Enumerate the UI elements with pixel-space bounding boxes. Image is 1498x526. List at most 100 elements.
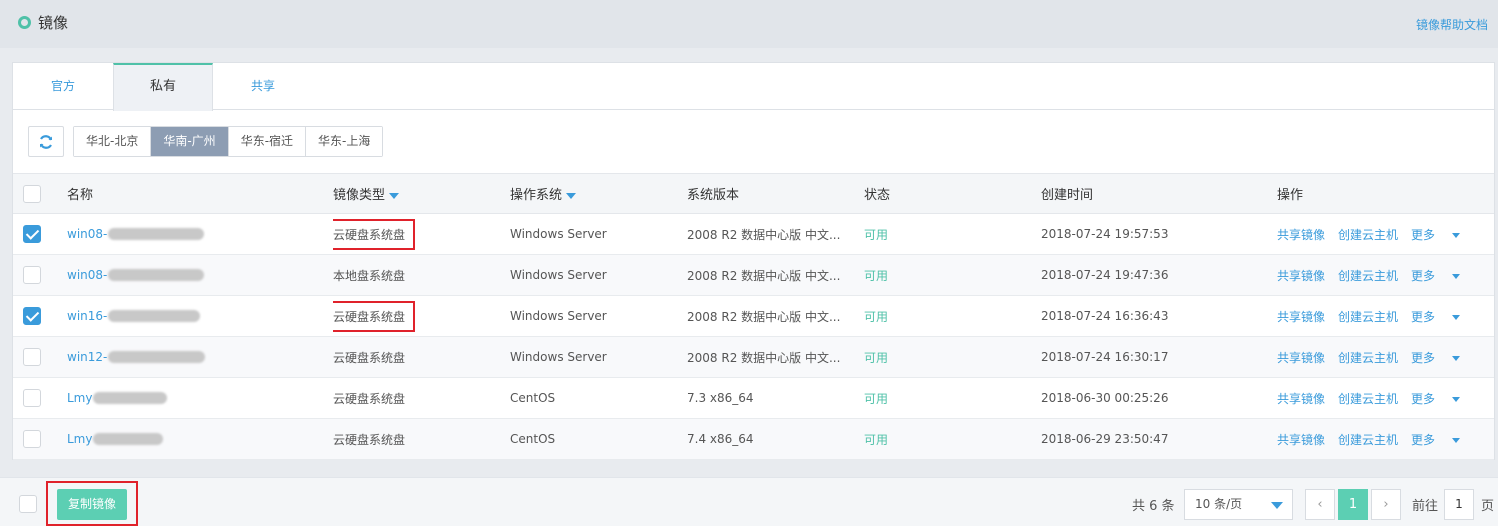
table-row: Lmy 云硬盘系统盘 CentOS 7.3 x86_64 可用 2018-06-… xyxy=(13,377,1494,419)
refresh-icon xyxy=(39,134,53,149)
os-cell: Windows Server xyxy=(510,213,687,255)
version-cell: 2008 R2 数据中心版 中文... xyxy=(687,254,864,296)
share-image-link[interactable]: 共享镜像 xyxy=(1277,269,1325,283)
version-cell: 7.4 x86_64 xyxy=(687,418,864,460)
image-type: 云硬盘系统盘 xyxy=(333,418,510,460)
share-image-link[interactable]: 共享镜像 xyxy=(1277,310,1325,324)
tab-shared[interactable]: 共享 xyxy=(213,63,313,110)
image-name-link[interactable]: win16- xyxy=(67,309,107,323)
copy-image-button[interactable]: 复制镜像 xyxy=(57,489,127,520)
image-name-link[interactable]: win08- xyxy=(67,227,107,241)
page-1-button[interactable]: 1 xyxy=(1338,489,1368,520)
create-host-link[interactable]: 创建云主机 xyxy=(1338,310,1398,324)
status-badge: 可用 xyxy=(864,391,889,406)
share-image-link[interactable]: 共享镜像 xyxy=(1277,392,1325,406)
goto-page-input[interactable]: 1 xyxy=(1444,489,1474,520)
region-suqian[interactable]: 华东-宿迁 xyxy=(228,127,307,156)
os-cell: Windows Server xyxy=(510,295,687,337)
tab-official[interactable]: 官方 xyxy=(13,63,113,110)
share-image-link[interactable]: 共享镜像 xyxy=(1277,228,1325,242)
redacted-text xyxy=(108,310,201,322)
redacted-text xyxy=(93,433,164,445)
footer-select-all-checkbox[interactable] xyxy=(19,495,37,513)
help-doc-link[interactable]: 镜像帮助文档 xyxy=(1416,16,1488,33)
row-checkbox[interactable] xyxy=(23,430,41,448)
more-dropdown[interactable]: 更多 xyxy=(1411,433,1473,447)
image-name-link[interactable]: win12- xyxy=(67,350,107,364)
os-cell: Windows Server xyxy=(510,254,687,296)
version-cell: 7.3 x86_64 xyxy=(687,377,864,419)
version-cell: 2008 R2 数据中心版 中文... xyxy=(687,213,864,255)
col-status: 状态 xyxy=(864,173,1041,214)
tab-private[interactable]: 私有 xyxy=(113,63,213,111)
ring-icon xyxy=(18,16,31,29)
table-row: win16- 云硬盘系统盘 Windows Server 2008 R2 数据中… xyxy=(13,295,1494,337)
col-version: 系统版本 xyxy=(687,173,864,214)
status-badge: 可用 xyxy=(864,227,889,242)
redacted-text xyxy=(108,228,205,240)
version-cell: 2008 R2 数据中心版 中文... xyxy=(687,336,864,378)
row-checkbox[interactable] xyxy=(23,266,41,284)
image-name-link[interactable]: Lmy xyxy=(67,391,92,405)
title-wrap: 镜像 xyxy=(18,12,68,33)
more-dropdown[interactable]: 更多 xyxy=(1411,392,1473,406)
created-cell: 2018-07-24 19:47:36 xyxy=(1041,254,1277,296)
row-checkbox[interactable] xyxy=(23,389,41,407)
image-list-card: 官方 私有 共享 华北-北京 华南-广州 华东-宿迁 华东-上海 名称 镜像类型… xyxy=(12,62,1495,460)
share-image-link[interactable]: 共享镜像 xyxy=(1277,351,1325,365)
created-cell: 2018-07-24 16:30:17 xyxy=(1041,336,1277,378)
select-all-checkbox[interactable] xyxy=(23,184,41,203)
created-cell: 2018-07-24 16:36:43 xyxy=(1041,295,1277,337)
chevron-down-icon xyxy=(1452,273,1461,279)
region-guangzhou[interactable]: 华南-广州 xyxy=(151,127,229,156)
version-cell: 2008 R2 数据中心版 中文... xyxy=(687,295,864,337)
created-cell: 2018-07-24 19:57:53 xyxy=(1041,213,1277,255)
image-type: 云硬盘系统盘 xyxy=(333,300,416,332)
filter-caret-icon[interactable] xyxy=(566,192,577,199)
create-host-link[interactable]: 创建云主机 xyxy=(1338,392,1398,406)
tab-bar: 官方 私有 共享 xyxy=(13,63,1494,111)
chevron-down-icon xyxy=(1452,314,1461,320)
prev-page-button[interactable]: ‹ xyxy=(1305,489,1335,520)
region-beijing[interactable]: 华北-北京 xyxy=(74,127,152,156)
redacted-text xyxy=(93,392,168,404)
more-dropdown[interactable]: 更多 xyxy=(1411,310,1473,324)
page-size-select[interactable]: 10 条/页 xyxy=(1184,489,1293,520)
page-suffix: 页 xyxy=(1481,499,1495,514)
table-row: win08- 云硬盘系统盘 Windows Server 2008 R2 数据中… xyxy=(13,213,1494,255)
image-name-link[interactable]: Lmy xyxy=(67,432,92,446)
status-badge: 可用 xyxy=(864,350,889,365)
chevron-down-icon xyxy=(1452,355,1461,361)
region-shanghai[interactable]: 华东-上海 xyxy=(306,127,383,156)
row-checkbox[interactable] xyxy=(23,307,41,325)
create-host-link[interactable]: 创建云主机 xyxy=(1338,228,1398,242)
image-type: 本地盘系统盘 xyxy=(333,254,510,296)
next-page-button[interactable]: › xyxy=(1371,489,1401,520)
row-checkbox[interactable] xyxy=(23,225,41,243)
row-checkbox[interactable] xyxy=(23,348,41,366)
more-dropdown[interactable]: 更多 xyxy=(1411,228,1473,242)
chevron-down-icon xyxy=(1452,396,1461,402)
status-badge: 可用 xyxy=(864,268,889,283)
redacted-text xyxy=(108,269,205,281)
col-type[interactable]: 镜像类型 xyxy=(333,173,510,214)
share-image-link[interactable]: 共享镜像 xyxy=(1277,433,1325,447)
image-table: 名称 镜像类型 操作系统 系统版本 状态 创建时间 操作 win08- 云硬盘系… xyxy=(13,173,1494,460)
image-type: 云硬盘系统盘 xyxy=(333,336,510,378)
col-os[interactable]: 操作系统 xyxy=(510,173,687,214)
total-count: 共 6 条 xyxy=(1132,499,1175,514)
dropdown-arrow-icon xyxy=(1271,502,1283,509)
more-dropdown[interactable]: 更多 xyxy=(1411,269,1473,283)
more-dropdown[interactable]: 更多 xyxy=(1411,351,1473,365)
page-title: 镜像 xyxy=(38,14,69,32)
filter-caret-icon[interactable] xyxy=(389,192,400,199)
image-name-link[interactable]: win08- xyxy=(67,268,107,282)
create-host-link[interactable]: 创建云主机 xyxy=(1338,269,1398,283)
create-host-link[interactable]: 创建云主机 xyxy=(1338,351,1398,365)
create-host-link[interactable]: 创建云主机 xyxy=(1338,433,1398,447)
col-name: 名称 xyxy=(67,173,333,214)
os-cell: CentOS xyxy=(510,418,687,460)
refresh-button[interactable] xyxy=(28,126,64,157)
table-row: win12- 云硬盘系统盘 Windows Server 2008 R2 数据中… xyxy=(13,336,1494,378)
region-toolbar: 华北-北京 华南-广州 华东-宿迁 华东-上海 xyxy=(28,126,384,157)
